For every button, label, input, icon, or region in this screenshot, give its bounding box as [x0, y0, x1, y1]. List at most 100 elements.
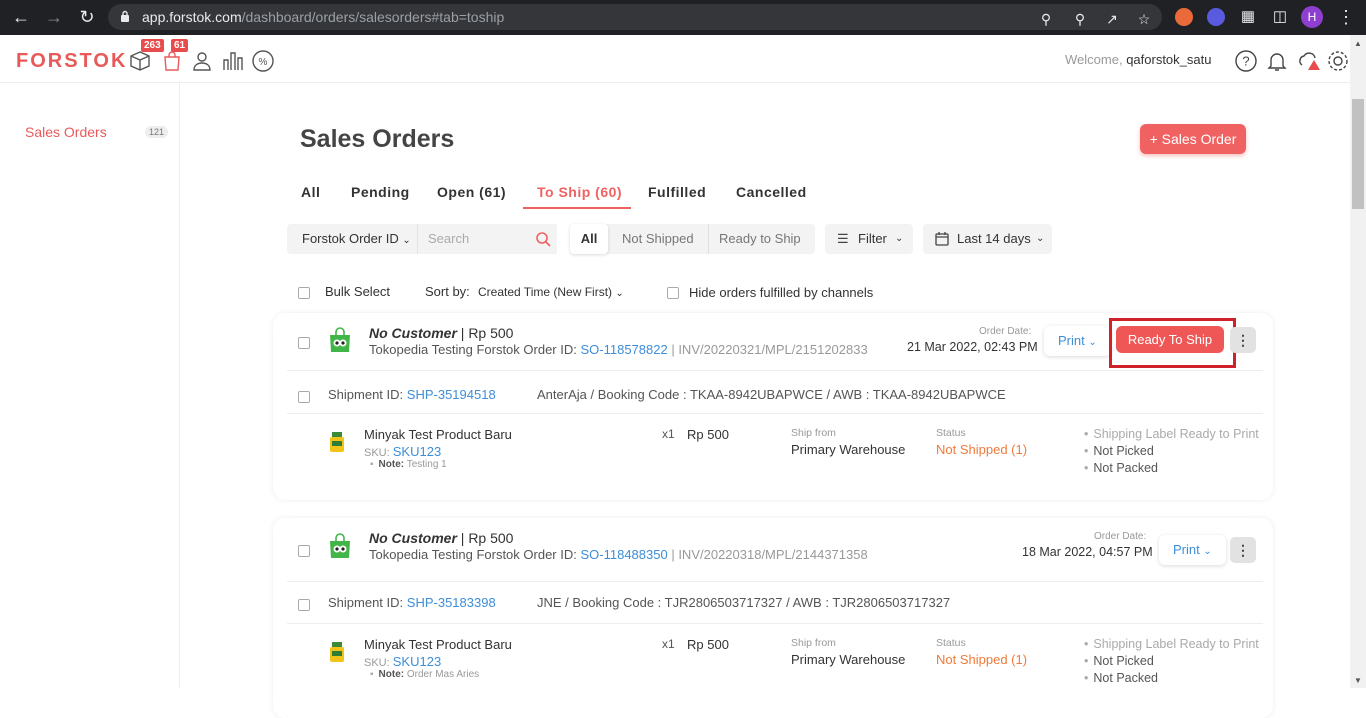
tab-all[interactable]: All: [301, 184, 320, 200]
sidebar-item-sales-orders[interactable]: Sales Orders: [25, 124, 107, 140]
scrollbar-thumb[interactable]: [1352, 99, 1364, 209]
page-scrollbar[interactable]: ▲ ▼: [1350, 35, 1366, 688]
order-id-link[interactable]: SO-118578822: [580, 342, 667, 357]
divider: [708, 224, 709, 254]
divider: [287, 581, 1263, 582]
sidepanel-icon[interactable]: ◫: [1268, 6, 1292, 28]
more-options-icon[interactable]: ⋮: [1230, 327, 1256, 353]
ship-from: Primary Warehouse: [791, 652, 906, 667]
notification-bell-icon[interactable]: [1265, 49, 1289, 73]
zoom-icon[interactable]: ⚲: [1070, 11, 1090, 28]
report-chart-icon[interactable]: [221, 49, 245, 73]
product-note: ▪ Note: Order Mas Aries: [370, 669, 480, 680]
order-customer: No Customer | Rp 500: [369, 325, 514, 341]
order-customer: No Customer | Rp 500: [369, 530, 514, 546]
tab-open[interactable]: Open (61): [437, 184, 506, 200]
sort-select[interactable]: Created Time (New First) ⌄: [478, 285, 624, 299]
add-sales-order-button[interactable]: + Sales Order: [1140, 124, 1246, 154]
hide-fulfilled-checkbox[interactable]: [667, 287, 679, 299]
sku-link[interactable]: SKU123: [393, 444, 441, 459]
checklist-item: • Not Packed: [1084, 671, 1159, 685]
page-title: Sales Orders: [300, 125, 455, 153]
ship-filter-all[interactable]: All: [570, 224, 608, 254]
bulk-select-label: Bulk Select: [325, 284, 391, 299]
reload-icon[interactable]: ↻: [75, 6, 99, 28]
product-image: [330, 642, 344, 662]
tokopedia-logo-icon: [330, 327, 350, 352]
sort-label: Sort by:: [425, 284, 470, 299]
search-field-select[interactable]: Forstok Order ID ⌄: [302, 224, 411, 256]
key-icon[interactable]: ⚲: [1036, 11, 1056, 28]
tab-to-ship[interactable]: To Ship (60): [537, 184, 622, 200]
courier-info: JNE / Booking Code : TJR2806503717327 / …: [537, 595, 951, 610]
chevron-down-icon: ⌄: [895, 233, 904, 244]
bulk-select-checkbox[interactable]: [298, 287, 310, 299]
svg-text:?: ?: [1242, 54, 1249, 69]
puzzle-icon[interactable]: ▦: [1236, 6, 1260, 28]
shipment-id-link[interactable]: SHP-35194518: [407, 387, 496, 402]
divider: [287, 413, 1263, 414]
order-checkbox[interactable]: [298, 337, 310, 349]
forward-icon[interactable]: →: [42, 6, 66, 28]
product-sku: SKU: SKU123: [364, 444, 442, 459]
bookmark-star-icon[interactable]: ☆: [1134, 11, 1154, 28]
filter-button[interactable]: ☰ Filter ⌄: [825, 224, 913, 254]
order-card: No Customer | Rp 500 Tokopedia Testing F…: [273, 518, 1273, 718]
shipment-checkbox[interactable]: [298, 599, 310, 611]
tab-pending[interactable]: Pending: [351, 184, 410, 200]
order-id-link[interactable]: SO-118488350: [580, 547, 667, 562]
svg-text:%: %: [259, 57, 268, 68]
main-panel: Sales Orders + Sales Order All Pending O…: [180, 83, 1350, 718]
extension-icon[interactable]: [1175, 8, 1193, 26]
checklist-item: • Not Packed: [1084, 461, 1159, 475]
date-range-button[interactable]: Last 14 days ⌄: [923, 224, 1052, 254]
address-bar[interactable]: app.forstok.com/dashboard/orders/salesor…: [108, 4, 1162, 30]
logo[interactable]: FORSTOK: [16, 50, 127, 73]
sync-warning-icon[interactable]: [1297, 49, 1321, 73]
product-name: Minyak Test Product Baru: [364, 427, 512, 442]
order-date: 21 Mar 2022, 02:43 PM: [907, 340, 1038, 354]
product-qty: x1: [662, 427, 675, 441]
product-qty: x1: [662, 637, 675, 651]
tab-cancelled[interactable]: Cancelled: [736, 184, 807, 200]
print-button[interactable]: Print ⌄: [1044, 326, 1111, 356]
ship-filter-not-shipped[interactable]: Not Shipped: [622, 224, 694, 254]
order-date: 18 Mar 2022, 04:57 PM: [1022, 545, 1153, 559]
extension-icon[interactable]: [1207, 8, 1225, 26]
search-group: Forstok Order ID ⌄ Search: [287, 224, 557, 254]
promotion-icon[interactable]: %: [251, 49, 275, 73]
profile-avatar[interactable]: H: [1301, 6, 1323, 28]
main-content: Sales Orders + Sales Order All Pending O…: [180, 83, 1350, 718]
order-checkbox[interactable]: [298, 545, 310, 557]
settings-gear-icon[interactable]: [1326, 49, 1350, 73]
scroll-up-icon[interactable]: ▲: [1354, 39, 1362, 48]
customer-icon[interactable]: [190, 49, 214, 73]
status-label: Status: [936, 427, 966, 439]
shipment-id-link[interactable]: SHP-35183398: [407, 595, 496, 610]
status-value: Not Shipped (1): [936, 442, 1028, 457]
checklist-item: • Not Picked: [1084, 654, 1154, 668]
scroll-down-icon[interactable]: ▼: [1354, 676, 1362, 685]
tab-fulfilled[interactable]: Fulfilled: [648, 184, 706, 200]
menu-dots-icon[interactable]: ⋮: [1334, 6, 1358, 28]
search-icon[interactable]: [535, 231, 551, 247]
ship-from-label: Ship from: [791, 427, 836, 439]
hide-fulfilled-label: Hide orders fulfilled by channels: [689, 285, 874, 300]
orders-bag-icon[interactable]: [160, 49, 184, 73]
checklist-item: • Not Picked: [1084, 444, 1154, 458]
inventory-box-icon[interactable]: [128, 49, 152, 73]
ship-filter-ready-to-ship[interactable]: Ready to Ship: [719, 224, 801, 254]
active-tab-indicator: [523, 207, 631, 209]
ship-from: Primary Warehouse: [791, 442, 906, 457]
product-name: Minyak Test Product Baru: [364, 637, 512, 652]
welcome-text: Welcome, qaforstok_satu: [1065, 52, 1212, 67]
lock-icon: [121, 10, 129, 22]
help-icon[interactable]: ?: [1234, 49, 1258, 73]
sku-link[interactable]: SKU123: [393, 654, 441, 669]
chevron-down-icon: ⌄: [1203, 546, 1212, 557]
more-options-icon[interactable]: ⋮: [1230, 537, 1256, 563]
share-icon[interactable]: ↗: [1102, 11, 1122, 28]
print-button[interactable]: Print ⌄: [1159, 535, 1226, 565]
back-icon[interactable]: ←: [9, 6, 33, 28]
shipment-checkbox[interactable]: [298, 391, 310, 403]
